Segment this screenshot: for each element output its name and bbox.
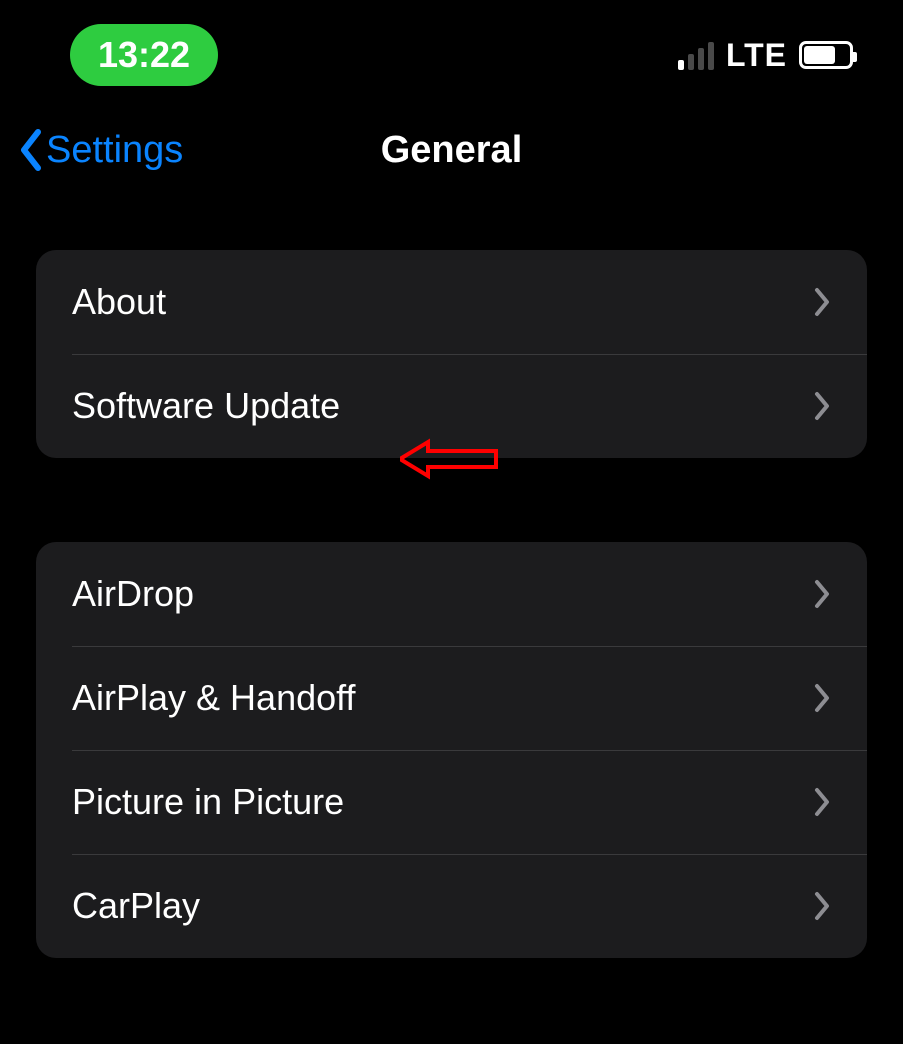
cellular-signal-icon	[678, 40, 714, 70]
settings-content: About Software Update AirDrop AirPla	[0, 190, 903, 958]
row-label: AirDrop	[72, 573, 194, 615]
nav-bar: Settings General	[0, 110, 903, 190]
row-picture-in-picture[interactable]: Picture in Picture	[36, 750, 867, 854]
status-time: 13:22	[98, 34, 190, 75]
back-label: Settings	[46, 129, 183, 172]
chevron-right-icon	[813, 391, 831, 421]
status-bar: 13:22 LTE	[0, 0, 903, 110]
back-button[interactable]: Settings	[18, 128, 183, 172]
chevron-right-icon	[813, 891, 831, 921]
status-right-cluster: LTE	[678, 37, 853, 74]
battery-icon	[799, 41, 853, 69]
row-label: Software Update	[72, 385, 340, 427]
row-software-update[interactable]: Software Update	[36, 354, 867, 458]
chevron-right-icon	[813, 287, 831, 317]
chevron-right-icon	[813, 683, 831, 713]
chevron-right-icon	[813, 579, 831, 609]
section-connectivity: AirDrop AirPlay & Handoff Picture in Pic…	[36, 542, 867, 958]
chevron-right-icon	[813, 787, 831, 817]
row-carplay[interactable]: CarPlay	[36, 854, 867, 958]
row-label: AirPlay & Handoff	[72, 677, 355, 719]
row-label: CarPlay	[72, 885, 200, 927]
row-label: About	[72, 281, 166, 323]
row-label: Picture in Picture	[72, 781, 344, 823]
row-airplay-handoff[interactable]: AirPlay & Handoff	[36, 646, 867, 750]
network-type-label: LTE	[726, 37, 787, 74]
status-time-pill[interactable]: 13:22	[70, 24, 218, 86]
section-info: About Software Update	[36, 250, 867, 458]
chevron-left-icon	[18, 128, 44, 172]
row-about[interactable]: About	[36, 250, 867, 354]
row-airdrop[interactable]: AirDrop	[36, 542, 867, 646]
